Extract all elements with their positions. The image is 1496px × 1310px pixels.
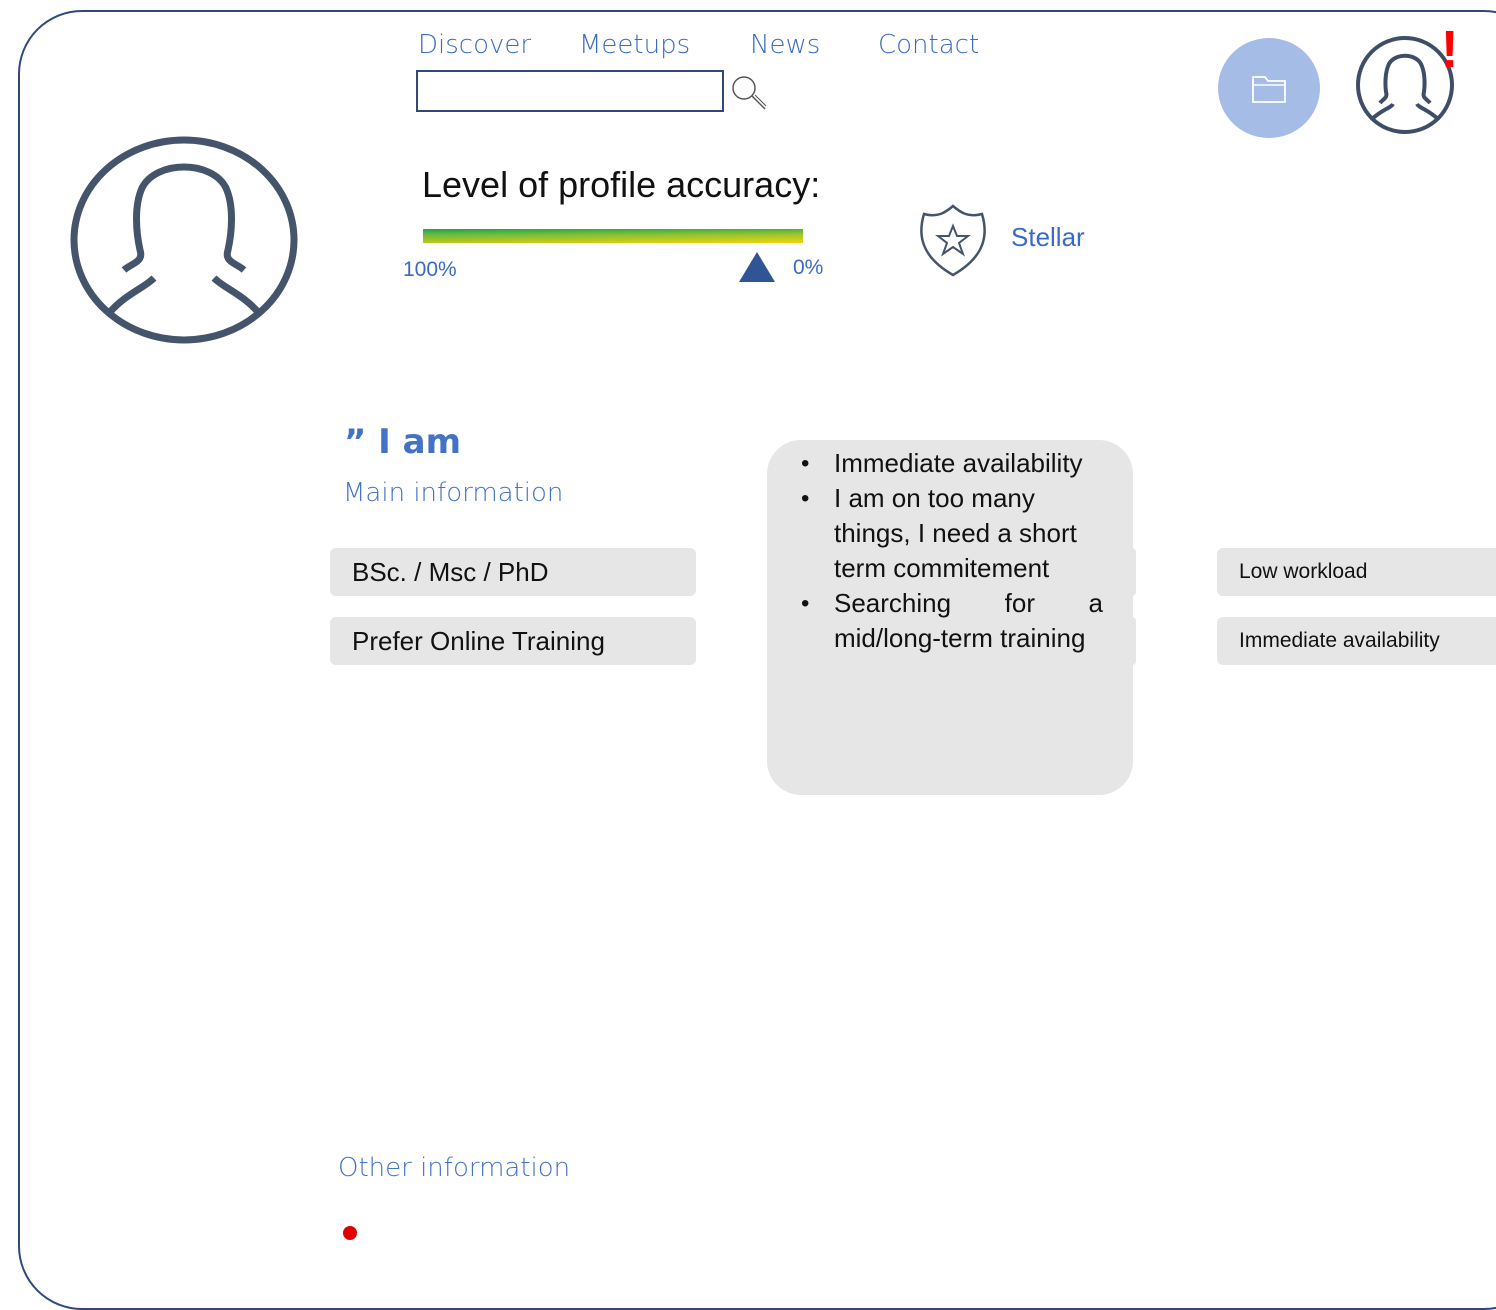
profile-accuracy-bar	[423, 229, 803, 243]
i-am-heading: ” I am	[344, 422, 462, 462]
notification-alert-icon: !	[1441, 21, 1459, 79]
profile-accuracy-title: Level of profile accuracy:	[422, 164, 821, 205]
bubble-item: Searching for a mid/long-term training	[801, 586, 1103, 656]
info-bubble: Immediate availability I am on too many …	[767, 440, 1133, 795]
folder-icon	[1252, 76, 1286, 103]
badge-label: Stellar	[1011, 222, 1085, 252]
online-training-chip[interactable]: Prefer Online Training	[330, 617, 696, 665]
search-icon[interactable]	[730, 74, 770, 114]
main-information-label: Main information	[343, 478, 564, 508]
degree-chip[interactable]: BSc. / Msc / PhD	[330, 548, 696, 596]
accuracy-indicator	[739, 252, 776, 282]
nav-meetups[interactable]: Meetups	[579, 30, 690, 60]
nav-news[interactable]: News	[750, 30, 820, 60]
bubble-item: I am on too many things, I need a short …	[801, 481, 1103, 586]
bubble-item: Immediate availability	[801, 446, 1103, 481]
nav-discover[interactable]: Discover	[418, 30, 531, 60]
status-dot	[343, 1226, 357, 1240]
search-field	[416, 70, 724, 112]
folder-button[interactable]	[1218, 38, 1320, 138]
nav-contact[interactable]: Contact	[878, 30, 979, 60]
low-workload-chip[interactable]: Low workload	[1217, 548, 1496, 596]
avatar	[70, 136, 298, 344]
other-information-label: Other information	[338, 1153, 571, 1183]
accuracy-max-label: 100%	[403, 258, 457, 281]
immediate-availability-chip[interactable]: Immediate availability	[1217, 617, 1496, 665]
search-input[interactable]	[418, 72, 722, 110]
accuracy-min-label: 0%	[793, 256, 824, 279]
star-shield-icon	[920, 204, 986, 277]
